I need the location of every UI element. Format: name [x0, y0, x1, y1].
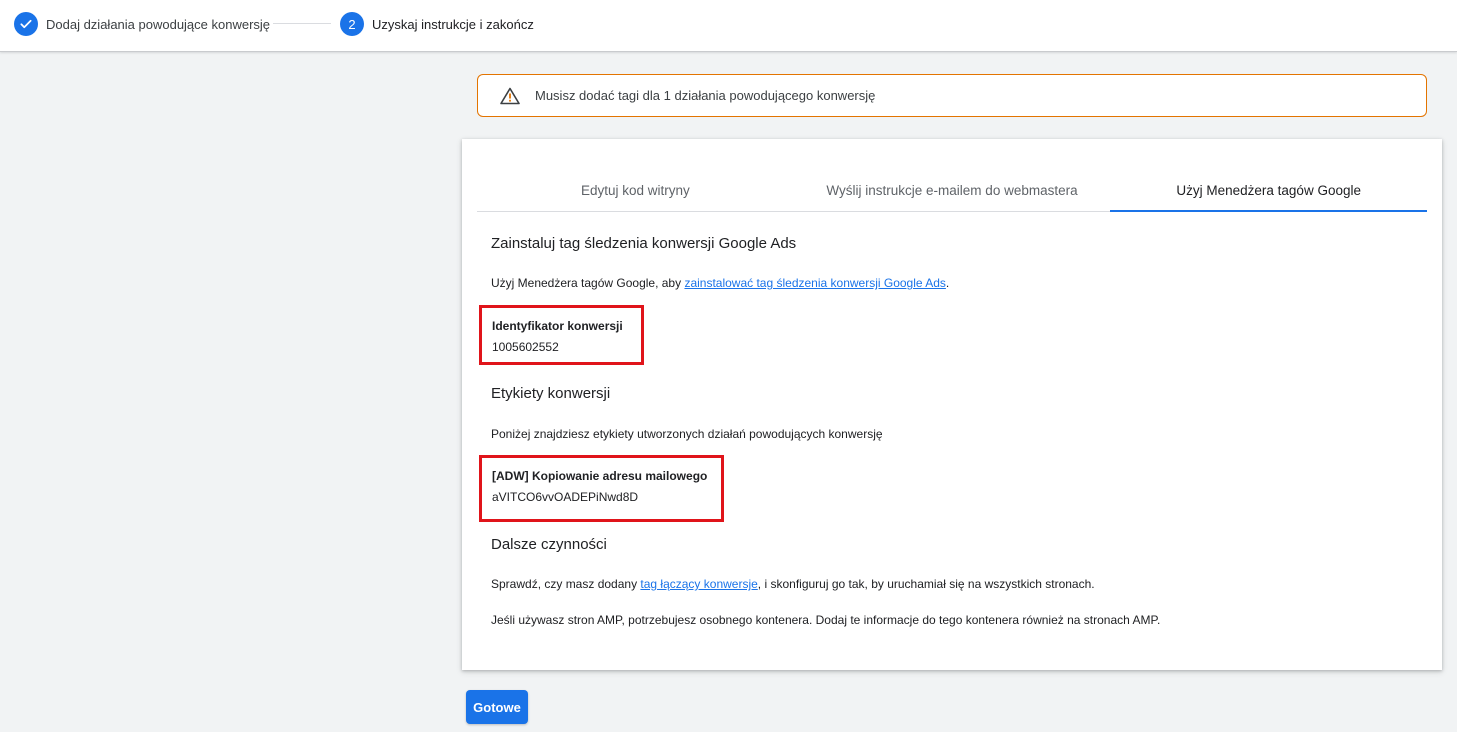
labels-heading: Etykiety konwersji	[491, 385, 611, 402]
linker-tag-link[interactable]: tag łączący konwersje	[640, 577, 757, 591]
tab-bar: Edytuj kod witryny Wyślij instrukcje e-m…	[477, 169, 1427, 212]
conversion-id-box: Identyfikator konwersji 1005602552	[479, 305, 644, 365]
step-2[interactable]: 2 Uzyskaj instrukcje i zakończ	[340, 12, 534, 36]
warning-banner: Musisz dodać tagi dla 1 działania powodu…	[477, 74, 1427, 117]
tab-google-tag-manager[interactable]: Użyj Menedżera tagów Google	[1110, 169, 1427, 212]
install-tag-link[interactable]: zainstalować tag śledzenia konwersji Goo…	[684, 276, 945, 290]
step-2-number: 2	[340, 12, 364, 36]
stepper-header: Dodaj działania powodujące konwersję 2 U…	[0, 0, 1457, 52]
conversion-label-name: [ADW] Kopiowanie adresu mailowego	[492, 469, 708, 483]
next-steps-text-2: Jeśli używasz stron AMP, potrzebujesz os…	[491, 613, 1161, 627]
step-2-label: Uzyskaj instrukcje i zakończ	[372, 16, 534, 32]
step-1[interactable]: Dodaj działania powodujące konwersję	[14, 12, 270, 36]
step-1-label: Dodaj działania powodujące konwersję	[46, 16, 271, 32]
step-connector	[273, 23, 331, 24]
instructions-card: Edytuj kod witryny Wyślij instrukcje e-m…	[462, 139, 1442, 670]
conversion-label-box: [ADW] Kopiowanie adresu mailowego aVITCO…	[479, 455, 724, 522]
conversion-label-value: aVITCO6vvOADEPiNwd8D	[492, 490, 639, 504]
next-steps-heading: Dalsze czynności	[491, 536, 607, 553]
install-text: Użyj Menedżera tagów Google, aby zainsta…	[491, 276, 950, 290]
check-icon	[14, 12, 38, 36]
labels-text: Poniżej znajdziesz etykiety utworzonych …	[491, 427, 883, 441]
tab-edit-site-code[interactable]: Edytuj kod witryny	[477, 169, 794, 211]
conversion-id-label: Identyfikator konwersji	[492, 319, 623, 333]
install-heading: Zainstaluj tag śledzenia konwersji Googl…	[491, 235, 797, 252]
next-steps-text-1: Sprawdź, czy masz dodany tag łączący kon…	[491, 577, 1095, 591]
conversion-id-value: 1005602552	[492, 340, 559, 354]
warning-triangle-icon	[500, 86, 522, 106]
done-button[interactable]: Gotowe	[466, 690, 528, 724]
warning-text: Musisz dodać tagi dla 1 działania powodu…	[535, 88, 876, 103]
tab-email-webmaster[interactable]: Wyślij instrukcje e-mailem do webmastera	[794, 169, 1111, 211]
